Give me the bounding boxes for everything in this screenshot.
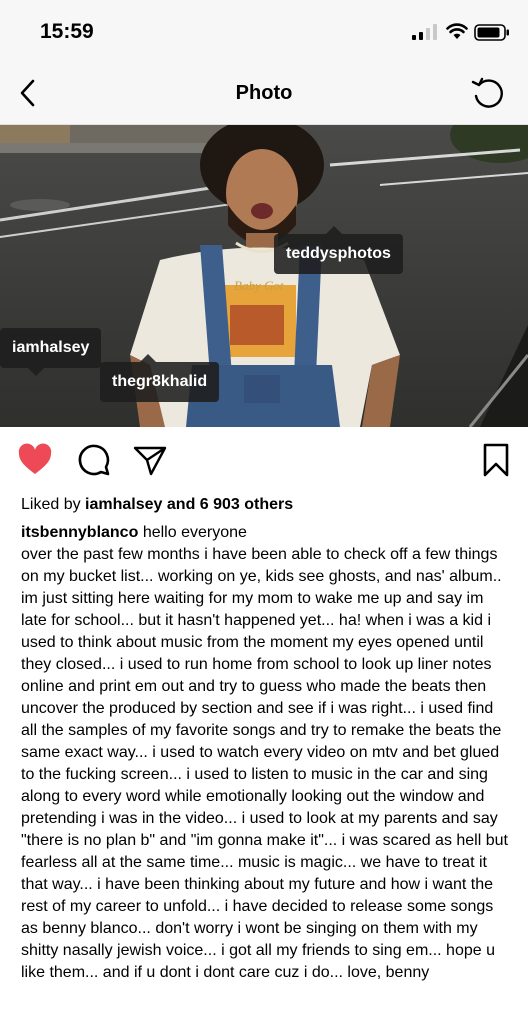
- heart-icon[interactable]: [17, 442, 53, 478]
- battery-icon: [474, 24, 509, 41]
- comment-icon[interactable]: [76, 442, 112, 478]
- post-photo[interactable]: Baby Got teddysphotos iamhalsey thegr8kh…: [0, 125, 528, 427]
- cellular-signal-icon: [412, 24, 437, 40]
- caption-first-line: hello everyone: [142, 524, 247, 541]
- photo-tag-iamhalsey[interactable]: iamhalsey: [0, 328, 102, 376]
- caption-body: over the past few months i have been abl…: [21, 546, 508, 981]
- likes-line: Liked by iamhalsey and 6 903 others: [21, 496, 293, 514]
- photo-tag-teddysphotos[interactable]: teddysphotos: [274, 226, 403, 274]
- status-time: 15:59: [40, 20, 94, 43]
- refresh-icon[interactable]: [470, 76, 506, 112]
- caption-username[interactable]: itsbennyblanco: [21, 524, 138, 541]
- post-caption: itsbennyblanco hello everyone over the p…: [21, 522, 511, 984]
- likes-prefix: Liked by: [21, 496, 81, 513]
- shirt-text: Baby Got: [234, 278, 284, 293]
- likes-user-link[interactable]: iamhalsey: [85, 496, 162, 513]
- likes-others-link[interactable]: and 6 903 others: [167, 496, 293, 513]
- page-title: Photo: [235, 82, 293, 104]
- photo-tag-thegr8khalid[interactable]: thegr8khalid: [100, 354, 220, 402]
- navigation-bar: Photo: [0, 62, 528, 125]
- photo-image: Baby Got: [0, 125, 528, 427]
- wifi-icon: [446, 23, 468, 39]
- share-icon[interactable]: [132, 442, 168, 478]
- bookmark-icon[interactable]: [478, 442, 514, 478]
- action-bar: [0, 430, 528, 490]
- status-bar: 15:59: [0, 0, 528, 62]
